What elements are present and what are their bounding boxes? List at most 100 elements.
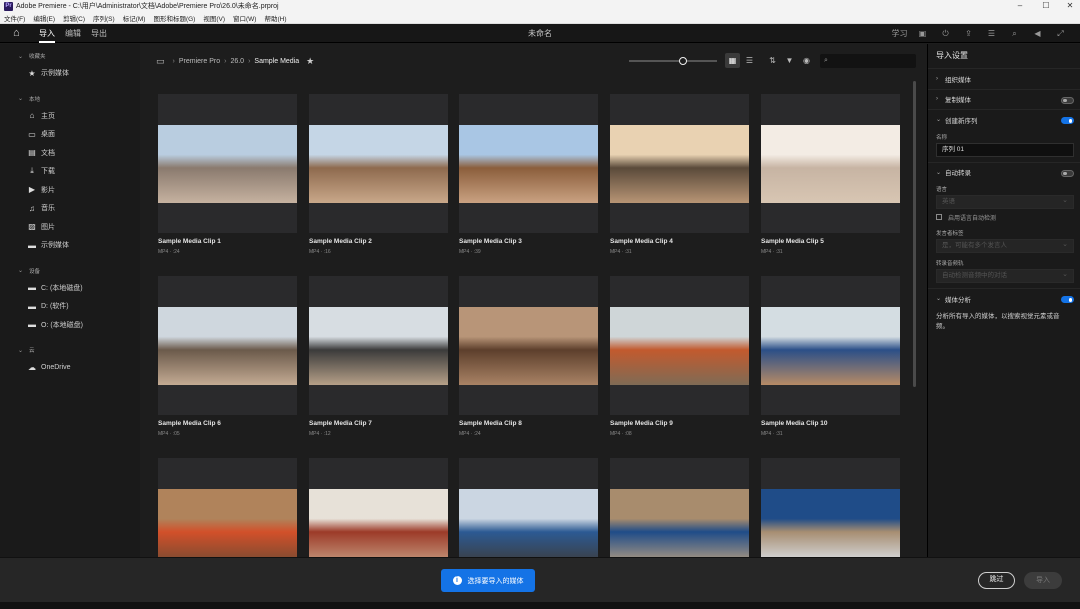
search-icon[interactable]: ⌕ — [1003, 29, 1026, 39]
speaker-select[interactable]: 是，可能有多个发言人 — [936, 239, 1074, 253]
section-devices[interactable]: ⌄ 设备 — [0, 263, 140, 279]
sidebar-item-home[interactable]: ⌂ 主页 — [0, 107, 140, 126]
menu-clip[interactable]: 剪辑(C) — [63, 13, 85, 23]
media-analysis-toggle[interactable] — [1061, 296, 1074, 303]
volume-icon[interactable]: ◀ — [1026, 29, 1049, 38]
sidebar-item-pictures[interactable]: ▨ 图片 — [0, 218, 140, 237]
clip-thumbnail[interactable] — [459, 458, 598, 557]
minimize-button[interactable]: – — [1008, 0, 1032, 12]
clip-thumbnail[interactable] — [761, 276, 900, 415]
breadcrumb-version[interactable]: 26.0 — [230, 58, 244, 65]
menu-edit[interactable]: 编辑(E) — [33, 13, 55, 23]
panels-icon[interactable]: ☰ — [980, 29, 1003, 38]
folder-icon[interactable]: ▭ — [156, 56, 165, 67]
sidebar-item-downloads[interactable]: ⤓ 下载 — [0, 162, 140, 181]
clip-thumbnail[interactable] — [158, 276, 297, 415]
menu-file[interactable]: 文件(F) — [4, 13, 25, 23]
star-icon[interactable]: ★ — [306, 56, 314, 67]
filter-icon[interactable]: ▼ — [782, 53, 797, 68]
section-media-analysis[interactable]: ⌄ 媒体分析 — [928, 288, 1080, 309]
section-copy-media[interactable]: › 复制媒体 — [928, 88, 1080, 110]
clip-thumbnail[interactable] — [610, 94, 749, 233]
copy-media-toggle[interactable] — [1061, 96, 1074, 104]
menu-view[interactable]: 视图(V) — [203, 13, 225, 23]
learn-button[interactable]: 学习 — [888, 28, 911, 39]
sidebar-item-videos[interactable]: ▶ 影片 — [0, 181, 140, 200]
sequence-name-field[interactable]: 序列 01 — [936, 142, 1074, 157]
language-select[interactable]: 英语 — [936, 195, 1074, 209]
section-new-sequence[interactable]: ⌄ 创建新序列 — [928, 109, 1080, 130]
media-clip-card[interactable]: Sample Media Clip 7 MP4 · :12 — [309, 276, 448, 437]
media-clip-card[interactable] — [610, 458, 749, 557]
media-clip-card[interactable] — [761, 458, 900, 557]
media-clip-card[interactable]: Sample Media Clip 3 MP4 · :39 — [459, 94, 598, 255]
clip-thumbnail[interactable] — [610, 276, 749, 415]
section-organize-media[interactable]: › 组织媒体 — [928, 68, 1080, 89]
workspace-icon[interactable]: ▣ — [911, 29, 934, 38]
media-clip-card[interactable]: Sample Media Clip 4 MP4 · :31 — [610, 94, 749, 255]
clip-thumbnail[interactable] — [610, 458, 749, 557]
breadcrumb-premiere-pro[interactable]: Premiere Pro — [179, 58, 220, 65]
auto-transcribe-toggle[interactable] — [1061, 169, 1074, 177]
scrollbar[interactable] — [913, 81, 916, 387]
breadcrumb-current[interactable]: Sample Media — [254, 58, 299, 65]
clip-thumbnail[interactable] — [761, 94, 900, 233]
thumbnail-size-slider[interactable] — [629, 56, 717, 66]
clip-thumbnail[interactable] — [459, 276, 598, 415]
maximize-button[interactable]: ☐ — [1034, 0, 1058, 12]
media-clip-card[interactable] — [309, 458, 448, 557]
select-media-button[interactable]: i 选择要导入的媒体 — [441, 569, 535, 592]
tab-edit[interactable]: 编辑 — [65, 24, 81, 43]
media-clip-card[interactable]: Sample Media Clip 6 MP4 · :05 — [158, 276, 297, 437]
quick-export-icon[interactable]: ⇪ — [957, 29, 980, 38]
menu-markers[interactable]: 标记(M) — [123, 13, 146, 23]
media-clip-card[interactable] — [158, 458, 297, 557]
media-clip-card[interactable] — [459, 458, 598, 557]
clip-thumbnail[interactable] — [158, 94, 297, 233]
media-clip-card[interactable]: Sample Media Clip 1 MP4 · :24 — [158, 94, 297, 255]
clip-thumbnail[interactable] — [459, 94, 598, 233]
transcribe-track-select[interactable]: 自动检测音频中的对话 — [936, 269, 1074, 283]
sidebar-item-drive-c[interactable]: ▬ C: (本地磁盘) — [0, 279, 140, 298]
close-button[interactable]: ✕ — [1058, 0, 1080, 12]
sidebar-item-desktop[interactable]: ▭ 桌面 — [0, 125, 140, 144]
menu-graphics[interactable]: 图形和标题(G) — [153, 13, 195, 23]
sort-icon[interactable]: ⇅ — [765, 53, 780, 68]
share-icon[interactable]: ⏻ — [934, 29, 957, 39]
eye-icon[interactable]: ◉ — [799, 53, 814, 68]
menu-sequence[interactable]: 序列(S) — [93, 13, 115, 23]
sidebar-item-drive-d[interactable]: ▬ D: (软件) — [0, 297, 140, 316]
sidebar-item-onedrive[interactable]: ☁ OneDrive — [0, 358, 140, 377]
media-clip-card[interactable]: Sample Media Clip 10 MP4 · :31 — [761, 276, 900, 437]
media-clip-card[interactable]: Sample Media Clip 8 MP4 · :24 — [459, 276, 598, 437]
media-clip-card[interactable]: Sample Media Clip 9 MP4 · :08 — [610, 276, 749, 437]
media-clip-card[interactable]: Sample Media Clip 5 MP4 · :31 — [761, 94, 900, 255]
section-auto-transcribe[interactable]: ⌄ 自动转录 — [928, 161, 1080, 183]
home-icon[interactable]: ⌂ — [13, 27, 29, 39]
new-sequence-toggle[interactable] — [1061, 117, 1074, 124]
sidebar-item-sample-media[interactable]: ▬ 示例媒体 — [0, 236, 140, 255]
menu-window[interactable]: 窗口(W) — [233, 13, 256, 23]
clip-thumbnail[interactable] — [309, 276, 448, 415]
search-input[interactable]: ⌕ — [820, 53, 916, 68]
section-local[interactable]: ⌄ 本地 — [0, 91, 140, 107]
sidebar-item-sample-media-fav[interactable]: ★ 示例媒体 — [0, 64, 140, 83]
tab-export[interactable]: 导出 — [91, 24, 107, 43]
clip-thumbnail[interactable] — [309, 458, 448, 557]
clip-thumbnail[interactable] — [761, 458, 900, 557]
fullscreen-icon[interactable]: ⤢ — [1049, 29, 1072, 39]
grid-view-icon[interactable]: ▦ — [725, 53, 740, 68]
slider-knob[interactable] — [678, 56, 687, 65]
clip-thumbnail[interactable] — [309, 94, 448, 233]
section-favorites[interactable]: ⌄ 收藏夹 — [0, 48, 140, 64]
sidebar-item-music[interactable]: ♫ 音乐 — [0, 199, 140, 218]
auto-detect-checkbox[interactable]: 启用语言自动检测 — [928, 209, 1080, 225]
list-view-icon[interactable]: ☰ — [742, 53, 757, 68]
skip-button[interactable]: 跳过 — [978, 572, 1015, 589]
tab-import[interactable]: 导入 — [39, 24, 55, 43]
clip-thumbnail[interactable] — [158, 458, 297, 557]
sidebar-item-drive-o[interactable]: ▬ O: (本地磁盘) — [0, 316, 140, 335]
media-clip-card[interactable]: Sample Media Clip 2 MP4 · :16 — [309, 94, 448, 255]
sidebar-item-documents[interactable]: ▤ 文档 — [0, 144, 140, 163]
import-button[interactable]: 导入 — [1024, 572, 1062, 589]
